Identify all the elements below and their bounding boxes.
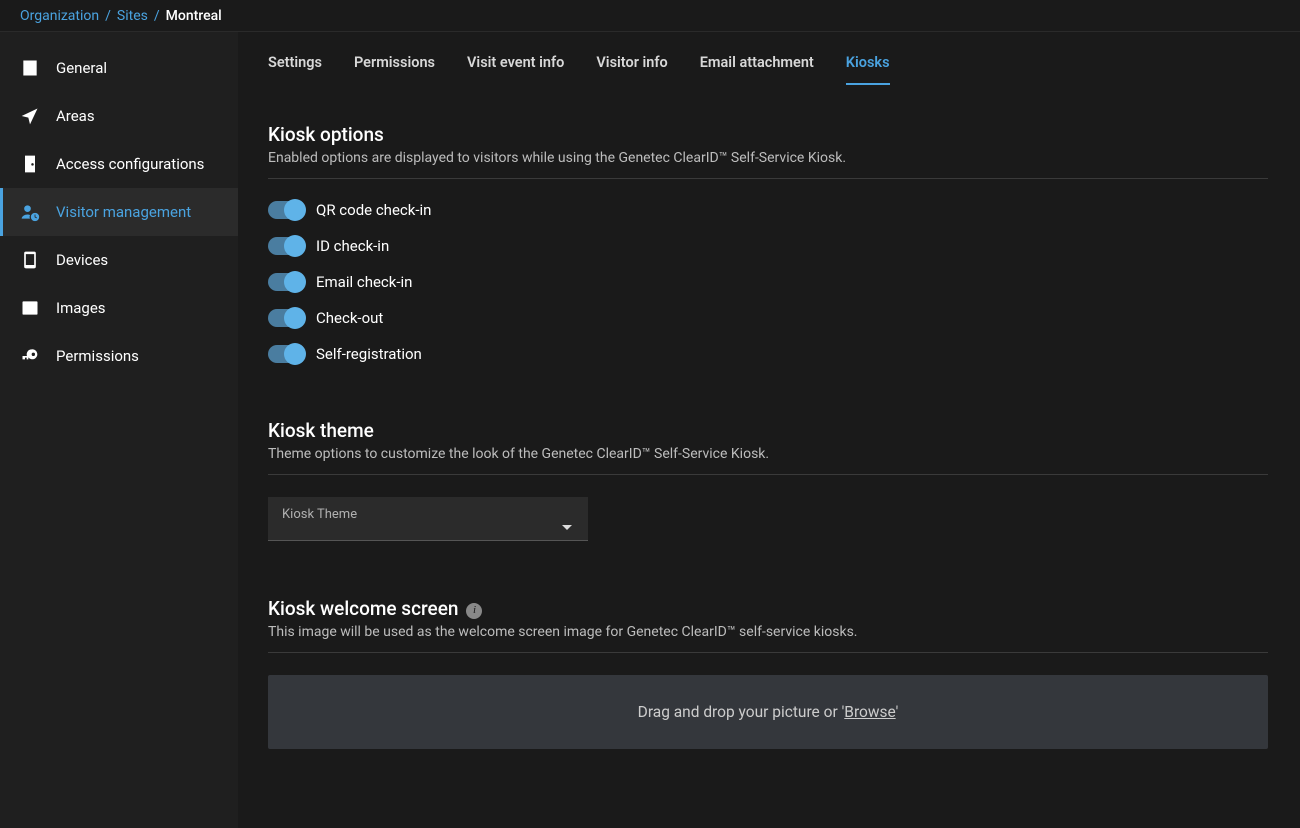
nav-arrow-icon — [20, 106, 40, 126]
sidebar-item-label: Visitor management — [56, 203, 191, 221]
toggle-row-selfreg: Self-registration — [268, 345, 1268, 363]
sidebar-item-areas[interactable]: Areas — [0, 92, 238, 140]
tab-bar: Settings Permissions Visit event info Vi… — [268, 54, 1270, 85]
sidebar-item-general[interactable]: General — [0, 44, 238, 92]
toggle-qr-checkin[interactable] — [268, 201, 304, 219]
select-label: Kiosk Theme — [282, 507, 574, 522]
toggle-row-id: ID check-in — [268, 237, 1268, 255]
kiosk-theme-select[interactable]: Kiosk Theme — [268, 497, 588, 541]
breadcrumb-separator: / — [105, 8, 111, 24]
toggle-label: ID check-in — [316, 237, 389, 255]
sidebar-item-label: Devices — [56, 251, 108, 269]
breadcrumb-organization[interactable]: Organization — [20, 8, 99, 24]
tab-settings[interactable]: Settings — [268, 54, 322, 85]
image-icon — [20, 298, 40, 318]
key-icon — [20, 346, 40, 366]
sidebar-item-access-configurations[interactable]: Access configurations — [0, 140, 238, 188]
section-kiosk-theme: Kiosk theme Theme options to customize t… — [268, 419, 1268, 541]
breadcrumb-separator: / — [154, 8, 160, 24]
sidebar-item-devices[interactable]: Devices — [0, 236, 238, 284]
section-description: Enabled options are displayed to visitor… — [268, 150, 1268, 179]
toggle-label: Self-registration — [316, 345, 422, 363]
toggle-self-registration[interactable] — [268, 345, 304, 363]
chevron-down-icon — [562, 525, 572, 530]
dropzone-text: Drag and drop your picture or ' — [638, 703, 845, 721]
section-description: This image will be used as the welcome s… — [268, 624, 1268, 653]
building-icon — [20, 58, 40, 78]
toggle-row-checkout: Check-out — [268, 309, 1268, 327]
section-title: Kiosk options — [268, 123, 1268, 146]
sidebar-item-label: Permissions — [56, 347, 139, 365]
tab-email-attachment[interactable]: Email attachment — [700, 54, 814, 85]
tab-visit-event-info[interactable]: Visit event info — [467, 54, 564, 85]
sidebar-item-label: Areas — [56, 107, 95, 125]
section-title: Kiosk welcome screen — [268, 597, 458, 620]
tab-kiosks[interactable]: Kiosks — [846, 54, 890, 85]
person-clock-icon — [20, 202, 40, 222]
section-kiosk-welcome: Kiosk welcome screen i This image will b… — [268, 597, 1268, 749]
toggle-email-checkin[interactable] — [268, 273, 304, 291]
tab-visitor-info[interactable]: Visitor info — [596, 54, 667, 85]
sidebar-item-visitor-management[interactable]: Visitor management — [0, 188, 238, 236]
sidebar: General Areas Access configurations Visi… — [0, 32, 238, 828]
toggle-row-email: Email check-in — [268, 273, 1268, 291]
toggle-row-qr: QR code check-in — [268, 201, 1268, 219]
breadcrumb-sites[interactable]: Sites — [117, 8, 148, 24]
main-content: Settings Permissions Visit event info Vi… — [238, 32, 1300, 828]
sidebar-item-images[interactable]: Images — [0, 284, 238, 332]
tab-permissions[interactable]: Permissions — [354, 54, 435, 85]
sidebar-item-label: Access configurations — [56, 155, 204, 173]
sidebar-item-label: Images — [56, 299, 106, 317]
browse-link[interactable]: Browse — [844, 703, 895, 721]
toggle-checkout[interactable] — [268, 309, 304, 327]
section-kiosk-options: Kiosk options Enabled options are displa… — [268, 123, 1268, 363]
door-icon — [20, 154, 40, 174]
breadcrumb: Organization / Sites / Montreal — [0, 0, 1300, 32]
info-icon[interactable]: i — [466, 603, 482, 619]
toggle-id-checkin[interactable] — [268, 237, 304, 255]
welcome-image-dropzone[interactable]: Drag and drop your picture or 'Browse' — [268, 675, 1268, 749]
breadcrumb-current: Montreal — [166, 8, 222, 24]
section-description: Theme options to customize the look of t… — [268, 446, 1268, 475]
dropzone-text-suffix: ' — [896, 703, 899, 721]
sidebar-item-permissions[interactable]: Permissions — [0, 332, 238, 380]
sidebar-item-label: General — [56, 59, 107, 77]
section-title: Kiosk theme — [268, 419, 1268, 442]
toggle-label: Check-out — [316, 309, 383, 327]
toggle-label: Email check-in — [316, 273, 412, 291]
toggle-label: QR code check-in — [316, 201, 431, 219]
phone-icon — [20, 250, 40, 270]
